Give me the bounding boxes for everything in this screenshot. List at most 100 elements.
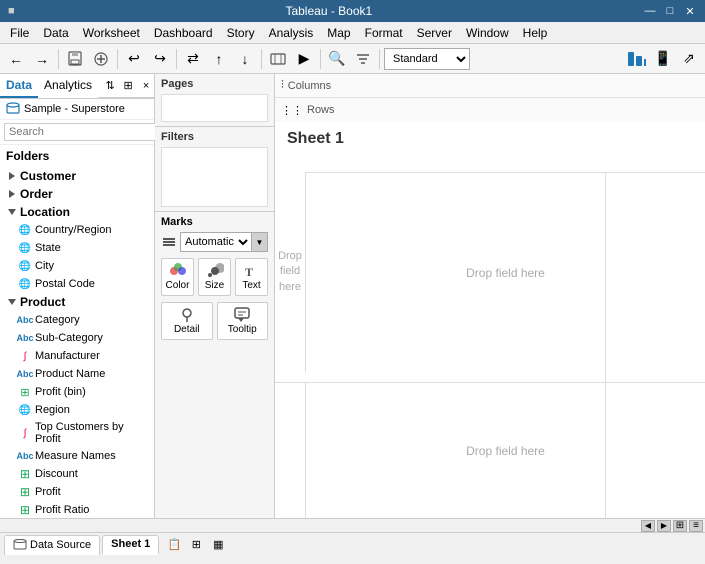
save-button[interactable]: [63, 47, 87, 71]
search-row: 🔍 ▤ ↔: [0, 120, 154, 145]
grid-view-button[interactable]: ⊞: [673, 520, 687, 532]
folder-order[interactable]: Order: [0, 185, 154, 203]
search-small-icon[interactable]: ×: [138, 78, 154, 94]
window-title: Tableau - Book1: [15, 4, 643, 18]
field-discount-label: Discount: [35, 468, 78, 480]
back-button[interactable]: ←: [4, 47, 28, 71]
menu-worksheet[interactable]: Worksheet: [77, 24, 146, 42]
marks-color-button[interactable]: Color: [161, 258, 194, 296]
list-view-button[interactable]: ≡: [689, 520, 703, 532]
folder-customer[interactable]: Customer: [0, 167, 154, 185]
scroll-right-button[interactable]: ▶: [657, 520, 671, 532]
text-icon: T: [242, 263, 262, 279]
forward-button[interactable]: →: [30, 47, 54, 71]
new-story-button[interactable]: ▦: [209, 536, 227, 554]
swap-button[interactable]: ⇄: [181, 47, 205, 71]
field-country-region[interactable]: 🌐 Country/Region: [0, 221, 154, 239]
marks-size-button[interactable]: Size: [198, 258, 231, 296]
field-manufacturer[interactable]: ∫ Manufacturer: [0, 347, 154, 365]
sheet-canvas: Sheet 1 Drop field here Dropfieldhere Dr…: [275, 122, 705, 518]
sort-icon[interactable]: ⇅: [102, 78, 118, 94]
share-button[interactable]: ⇗: [677, 47, 701, 71]
filters-shelf: Filters: [155, 127, 274, 212]
canvas-area[interactable]: Drop field here Dropfieldhere Drop field…: [275, 122, 705, 518]
detail-icon: [177, 307, 197, 323]
scroll-left-button[interactable]: ◀: [641, 520, 655, 532]
menu-help[interactable]: Help: [517, 24, 554, 42]
field-profit-bin[interactable]: ⊞ Profit (bin): [0, 383, 154, 401]
marks-detail-button[interactable]: Detail: [161, 302, 213, 340]
menu-file[interactable]: File: [4, 24, 35, 42]
folder-product[interactable]: Product: [0, 293, 154, 311]
tab-datasource[interactable]: Data Source: [4, 535, 100, 555]
menu-analysis[interactable]: Analysis: [263, 24, 320, 42]
field-list: Folders Customer Order Location 🌐 Countr…: [0, 145, 154, 518]
sort-asc-button[interactable]: ↑: [207, 47, 231, 71]
menu-window[interactable]: Window: [460, 24, 515, 42]
marks-color-label: Color: [166, 280, 190, 291]
tab-data[interactable]: Data: [0, 74, 38, 98]
chevron-down-icon: [6, 206, 18, 218]
close-button[interactable]: ✕: [683, 4, 697, 18]
field-postal-code[interactable]: 🌐 Postal Code: [0, 275, 154, 293]
filter-button[interactable]: [351, 47, 375, 71]
menu-server[interactable]: Server: [411, 24, 458, 42]
search-input[interactable]: [4, 123, 156, 141]
menu-data[interactable]: Data: [37, 24, 74, 42]
new-datasource-button[interactable]: [89, 47, 113, 71]
field-region[interactable]: 🌐 Region: [0, 401, 154, 419]
field-profit-bin-label: Profit (bin): [35, 386, 86, 398]
highlight-button[interactable]: 🔍: [325, 47, 349, 71]
marks-type-select[interactable]: Automatic Bar Line Area Square Circle Sh…: [180, 232, 252, 252]
datasource-row: Sample - Superstore: [0, 99, 154, 120]
grid-icon[interactable]: ⊞: [120, 78, 136, 94]
present-button[interactable]: ▶: [292, 47, 316, 71]
menu-story[interactable]: Story: [221, 24, 261, 42]
filters-drop-area[interactable]: [161, 147, 268, 207]
field-measure-names[interactable]: Abc Measure Names: [0, 447, 154, 465]
tab-sheet1[interactable]: Sheet 1: [102, 535, 159, 555]
sort-desc-button[interactable]: ↓: [233, 47, 257, 71]
marks-select-arrow[interactable]: ▼: [252, 232, 268, 252]
menu-map[interactable]: Map: [321, 24, 356, 42]
show-me-button[interactable]: [625, 47, 649, 71]
calc-icon-1: ∫: [18, 349, 32, 363]
minimize-button[interactable]: —: [643, 4, 657, 18]
scrollbar-row: ◀ ▶ ⊞ ≡: [0, 518, 705, 532]
columns-shelf[interactable]: ⫶ Columns: [275, 74, 705, 98]
menu-format[interactable]: Format: [359, 24, 409, 42]
marks-buttons-row2: Detail Tooltip: [161, 302, 268, 340]
left-panel: Data Analytics ⇅ ⊞ × Sample - Superstore…: [0, 74, 155, 518]
field-country-region-label: Country/Region: [35, 224, 111, 236]
marks-text-button[interactable]: T Text: [235, 258, 268, 296]
new-dashboard-button[interactable]: ⊞: [187, 536, 205, 554]
field-category[interactable]: Abc Category: [0, 311, 154, 329]
redo-button[interactable]: ↪: [148, 47, 172, 71]
menu-dashboard[interactable]: Dashboard: [148, 24, 219, 42]
field-product-name[interactable]: Abc Product Name: [0, 365, 154, 383]
fit-button[interactable]: [266, 47, 290, 71]
rows-shelf[interactable]: ⋮⋮ Rows: [275, 98, 705, 122]
undo-button[interactable]: ↩: [122, 47, 146, 71]
field-sub-category[interactable]: Abc Sub-Category: [0, 329, 154, 347]
size-icon: [205, 263, 225, 279]
field-profit-ratio[interactable]: ⊞ Profit Ratio: [0, 501, 154, 518]
field-profit[interactable]: ⊞ Profit: [0, 483, 154, 501]
field-top-customers[interactable]: ∫ Top Customers by Profit: [0, 419, 154, 447]
abc-icon-1: Abc: [18, 313, 32, 327]
field-city[interactable]: 🌐 City: [0, 257, 154, 275]
field-discount[interactable]: ⊞ Discount: [0, 465, 154, 483]
maximize-button[interactable]: □: [663, 4, 677, 18]
geo-icon-1: 🌐: [18, 223, 32, 237]
toolbar-separator-1: [58, 49, 59, 69]
marks-tooltip-button[interactable]: Tooltip: [217, 302, 269, 340]
device-preview-button[interactable]: 📱: [651, 47, 675, 71]
pages-drop-area[interactable]: [161, 94, 268, 122]
field-state[interactable]: 🌐 State: [0, 239, 154, 257]
datasource-tab-icon: [13, 539, 27, 551]
new-sheet-button[interactable]: 📋: [165, 536, 183, 554]
datasource-tab-label: Data Source: [30, 539, 91, 551]
folder-location[interactable]: Location: [0, 203, 154, 221]
tab-analytics[interactable]: Analytics: [38, 74, 98, 98]
view-size-select[interactable]: Standard Fit Width Fit Height Entire Vie…: [384, 48, 470, 70]
